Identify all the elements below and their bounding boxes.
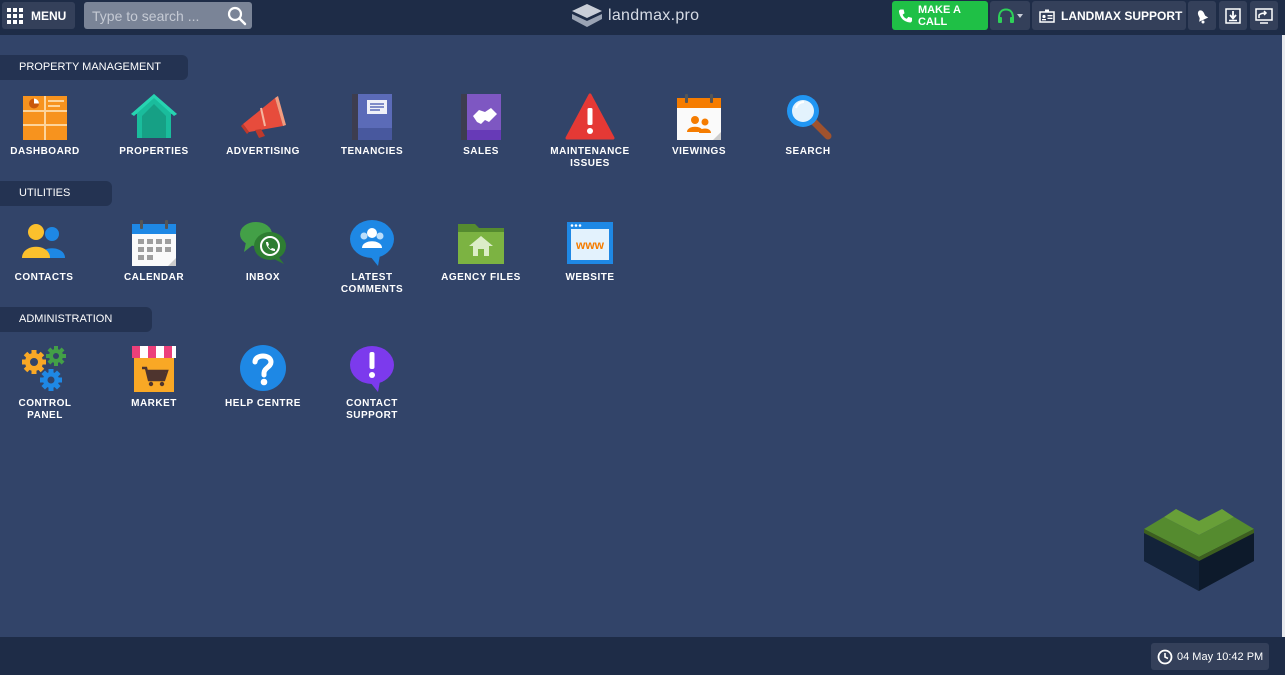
tile-label: INBOX xyxy=(245,272,281,283)
dashboard-icon xyxy=(23,96,67,140)
search-input[interactable] xyxy=(84,2,224,29)
tile-viewings[interactable]: VIEWINGS xyxy=(649,92,749,158)
house-icon xyxy=(131,94,177,138)
bell-icon xyxy=(1197,9,1209,23)
folder-icon xyxy=(458,224,504,264)
landmax-support-label: LANDMAX SUPPORT xyxy=(1061,8,1183,23)
brand-name: landmax.pro xyxy=(608,7,700,24)
tile-tenancies[interactable]: TENANCIES xyxy=(322,92,422,158)
make-call-button[interactable]: MAKE A CALL xyxy=(892,1,988,30)
landmax-cube-logo xyxy=(1144,509,1254,591)
clock-icon xyxy=(1157,649,1173,664)
exclamation-bubble-icon xyxy=(350,346,394,392)
svg-text:www: www xyxy=(575,238,605,252)
tile-label: DASHBOARD xyxy=(10,146,80,157)
brand-logo[interactable]: landmax.pro xyxy=(571,3,699,29)
phone-icon xyxy=(898,8,913,23)
tile-label: SEARCH xyxy=(785,146,831,157)
magnifier-icon xyxy=(787,95,832,140)
tile-latest-comments[interactable]: LATEST COMMENTS xyxy=(322,218,422,296)
grid-menu-icon xyxy=(7,7,23,24)
calendar-people-icon xyxy=(677,94,721,140)
tile-label: VIEWINGS xyxy=(671,146,726,157)
tile-label: ADVERTISING xyxy=(226,146,300,157)
download-icon xyxy=(1225,7,1241,24)
tile-properties[interactable]: PROPERTIES xyxy=(104,92,204,158)
tile-label: AGENCY FILES xyxy=(441,272,521,283)
tile-contacts[interactable]: CONTACTS xyxy=(0,218,94,284)
tile-sales[interactable]: SALES xyxy=(431,92,531,158)
tile-market[interactable]: MARKET xyxy=(104,344,204,410)
tile-label: PROPERTIES xyxy=(119,146,189,157)
tile-label: WEBSITE xyxy=(565,272,615,283)
search-icon[interactable] xyxy=(227,6,247,26)
top-bar: MENU landmax.pro MAKE A CALL LANDMAX SUP… xyxy=(0,0,1285,35)
tile-inbox[interactable]: INBOX xyxy=(213,218,313,284)
megaphone-icon xyxy=(241,96,286,138)
notifications-button[interactable] xyxy=(1188,1,1216,30)
landmax-support-button[interactable]: LANDMAX SUPPORT xyxy=(1032,1,1186,30)
tile-maintenance-issues[interactable]: MAINTENANCE ISSUES xyxy=(540,92,640,170)
search-box xyxy=(84,2,252,29)
layers-logo-icon xyxy=(572,4,602,27)
tile-dashboard[interactable]: DASHBOARD xyxy=(0,92,95,158)
tile-help-centre[interactable]: HELP CENTRE xyxy=(213,344,313,410)
tile-label: CONTACTS xyxy=(14,272,74,283)
calendar-icon xyxy=(132,220,176,266)
tile-label: MAINTENANCE ISSUES xyxy=(550,146,630,169)
screen-icon xyxy=(1255,7,1273,24)
gears-icon xyxy=(22,346,66,391)
section-header-administration: ADMINISTRATION xyxy=(0,307,152,332)
binder-icon xyxy=(352,94,392,140)
section-header-utilities: UTILITIES xyxy=(0,181,112,206)
tile-label: MARKET xyxy=(131,398,177,409)
headset-icon xyxy=(998,7,1014,23)
help-icon xyxy=(240,345,286,391)
tile-calendar[interactable]: CALENDAR xyxy=(104,218,204,284)
tile-advertising[interactable]: ADVERTISING xyxy=(213,92,313,158)
headset-dropdown-button[interactable] xyxy=(990,1,1030,30)
datetime-label: 04 May 10:42 PM xyxy=(1177,650,1264,663)
section-header-property-management: PROPERTY MANAGEMENT xyxy=(0,55,188,80)
tile-label: SALES xyxy=(463,146,499,157)
market-icon xyxy=(132,346,176,392)
tile-label: CALENDAR xyxy=(123,272,185,283)
tile-website[interactable]: www WEBSITE xyxy=(540,218,640,284)
tile-label: CONTROL PANEL xyxy=(18,398,72,421)
datetime-display[interactable]: 04 May 10:42 PM xyxy=(1151,643,1269,670)
download-button[interactable] xyxy=(1219,1,1247,30)
warning-icon xyxy=(565,93,615,140)
tile-label: TENANCIES xyxy=(340,146,404,157)
tile-control-panel[interactable]: CONTROL PANEL xyxy=(0,344,95,422)
tile-label: LATEST COMMENTS xyxy=(340,272,404,295)
chat-phone-icon xyxy=(240,222,286,264)
chevron-down-icon xyxy=(1017,13,1023,18)
menu-label: MENU xyxy=(31,8,67,23)
footer-bar: 04 May 10:42 PM xyxy=(0,637,1285,675)
menu-button[interactable]: MENU xyxy=(2,2,75,29)
tile-contact-support[interactable]: CONTACT SUPPORT xyxy=(322,344,422,422)
www-icon: www xyxy=(567,222,613,264)
screen-share-button[interactable] xyxy=(1250,1,1278,30)
tile-label: HELP CENTRE xyxy=(225,398,301,409)
comment-icon xyxy=(350,220,394,266)
id-card-icon xyxy=(1039,9,1055,23)
tile-label: CONTACT SUPPORT xyxy=(346,398,398,421)
tile-agency-files[interactable]: AGENCY FILES xyxy=(431,218,531,284)
tile-search[interactable]: SEARCH xyxy=(758,92,858,158)
make-call-label: MAKE A CALL xyxy=(917,3,961,28)
contacts-icon xyxy=(22,224,65,258)
handshake-icon xyxy=(461,94,501,140)
